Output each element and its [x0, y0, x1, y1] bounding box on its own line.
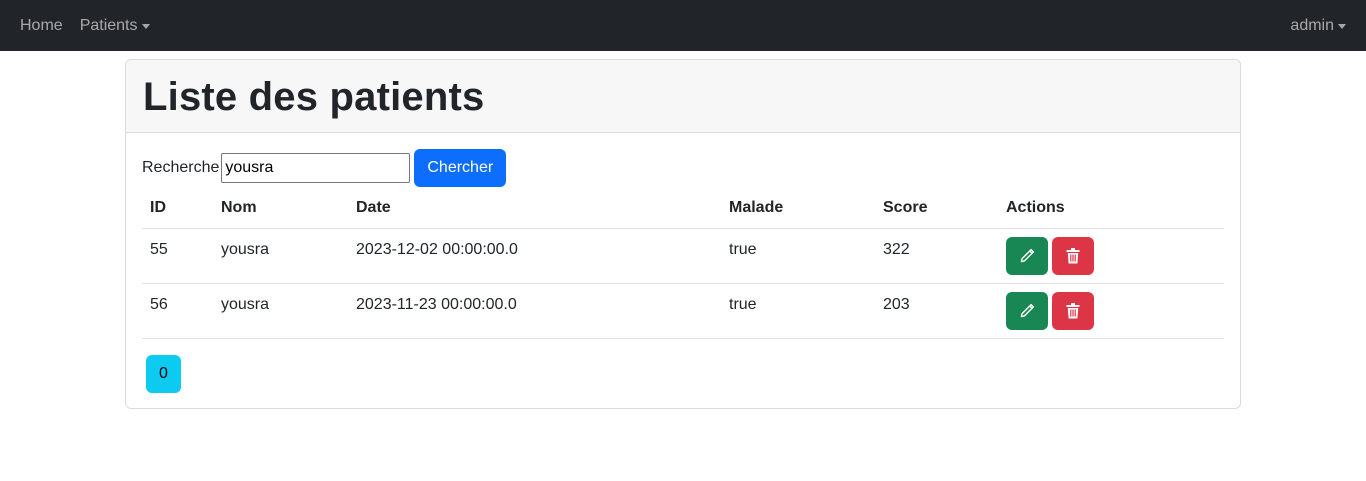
column-header-malade: Malade: [721, 189, 875, 229]
column-header-date: Date: [348, 189, 721, 229]
edit-button[interactable]: [1006, 291, 1048, 330]
table-row: 55 yousra 2023-12-02 00:00:00.0 true 322: [142, 228, 1224, 284]
table-row: 56 yousra 2023-11-23 00:00:00.0 true 203: [142, 283, 1224, 339]
search-label: Recherche: [142, 159, 220, 176]
nav-home-link[interactable]: Home: [20, 17, 63, 35]
nav-patients-label: Patients: [79, 16, 138, 34]
cell-actions: [998, 283, 1224, 339]
cell-malade: true: [721, 228, 875, 284]
card-header: Liste des patients: [126, 60, 1240, 133]
cell-actions: [998, 228, 1224, 284]
column-header-actions: Actions: [998, 189, 1224, 229]
cell-nom: yousra: [213, 283, 348, 339]
cell-score: 322: [875, 228, 998, 284]
caret-down-icon: [141, 24, 150, 29]
nav-user-label: admin: [1290, 16, 1334, 34]
patients-table: ID Nom Date Malade Score Actions 55 yous…: [142, 189, 1224, 339]
column-header-id: ID: [142, 189, 213, 229]
patients-card: Liste des patients Recherche Chercher ID…: [125, 59, 1241, 409]
search-form: Recherche Chercher: [142, 149, 1224, 187]
cell-nom: yousra: [213, 228, 348, 284]
card-body: Recherche Chercher ID Nom Date Malade Sc…: [126, 133, 1240, 393]
nav-home-label: Home: [20, 16, 63, 34]
cell-malade: true: [721, 283, 875, 339]
navbar-left: Home Patients: [20, 17, 150, 35]
cell-score: 203: [875, 283, 998, 339]
table-header-row: ID Nom Date Malade Score Actions: [142, 189, 1224, 229]
navbar: Home Patients admin: [0, 0, 1366, 51]
trash-icon: [1066, 302, 1080, 318]
search-button[interactable]: Chercher: [414, 149, 507, 187]
column-header-nom: Nom: [213, 189, 348, 229]
nav-patients-dropdown[interactable]: Patients: [80, 17, 150, 35]
page-button-0[interactable]: 0: [146, 354, 181, 393]
delete-button[interactable]: [1052, 236, 1094, 275]
cell-date: 2023-11-23 00:00:00.0: [348, 283, 721, 339]
cell-date: 2023-12-02 00:00:00.0: [348, 228, 721, 284]
nav-user-dropdown[interactable]: admin: [1290, 17, 1346, 35]
page-title: Liste des patients: [143, 75, 485, 119]
delete-button[interactable]: [1052, 291, 1094, 330]
pencil-icon: [1020, 303, 1035, 317]
cell-id: 55: [142, 228, 213, 284]
column-header-score: Score: [875, 189, 998, 229]
search-input[interactable]: [221, 153, 411, 183]
edit-button[interactable]: [1006, 236, 1048, 275]
pencil-icon: [1020, 248, 1035, 262]
caret-down-icon: [1338, 24, 1346, 29]
cell-id: 56: [142, 283, 213, 339]
trash-icon: [1066, 247, 1080, 263]
pagination: 0: [142, 354, 1224, 393]
